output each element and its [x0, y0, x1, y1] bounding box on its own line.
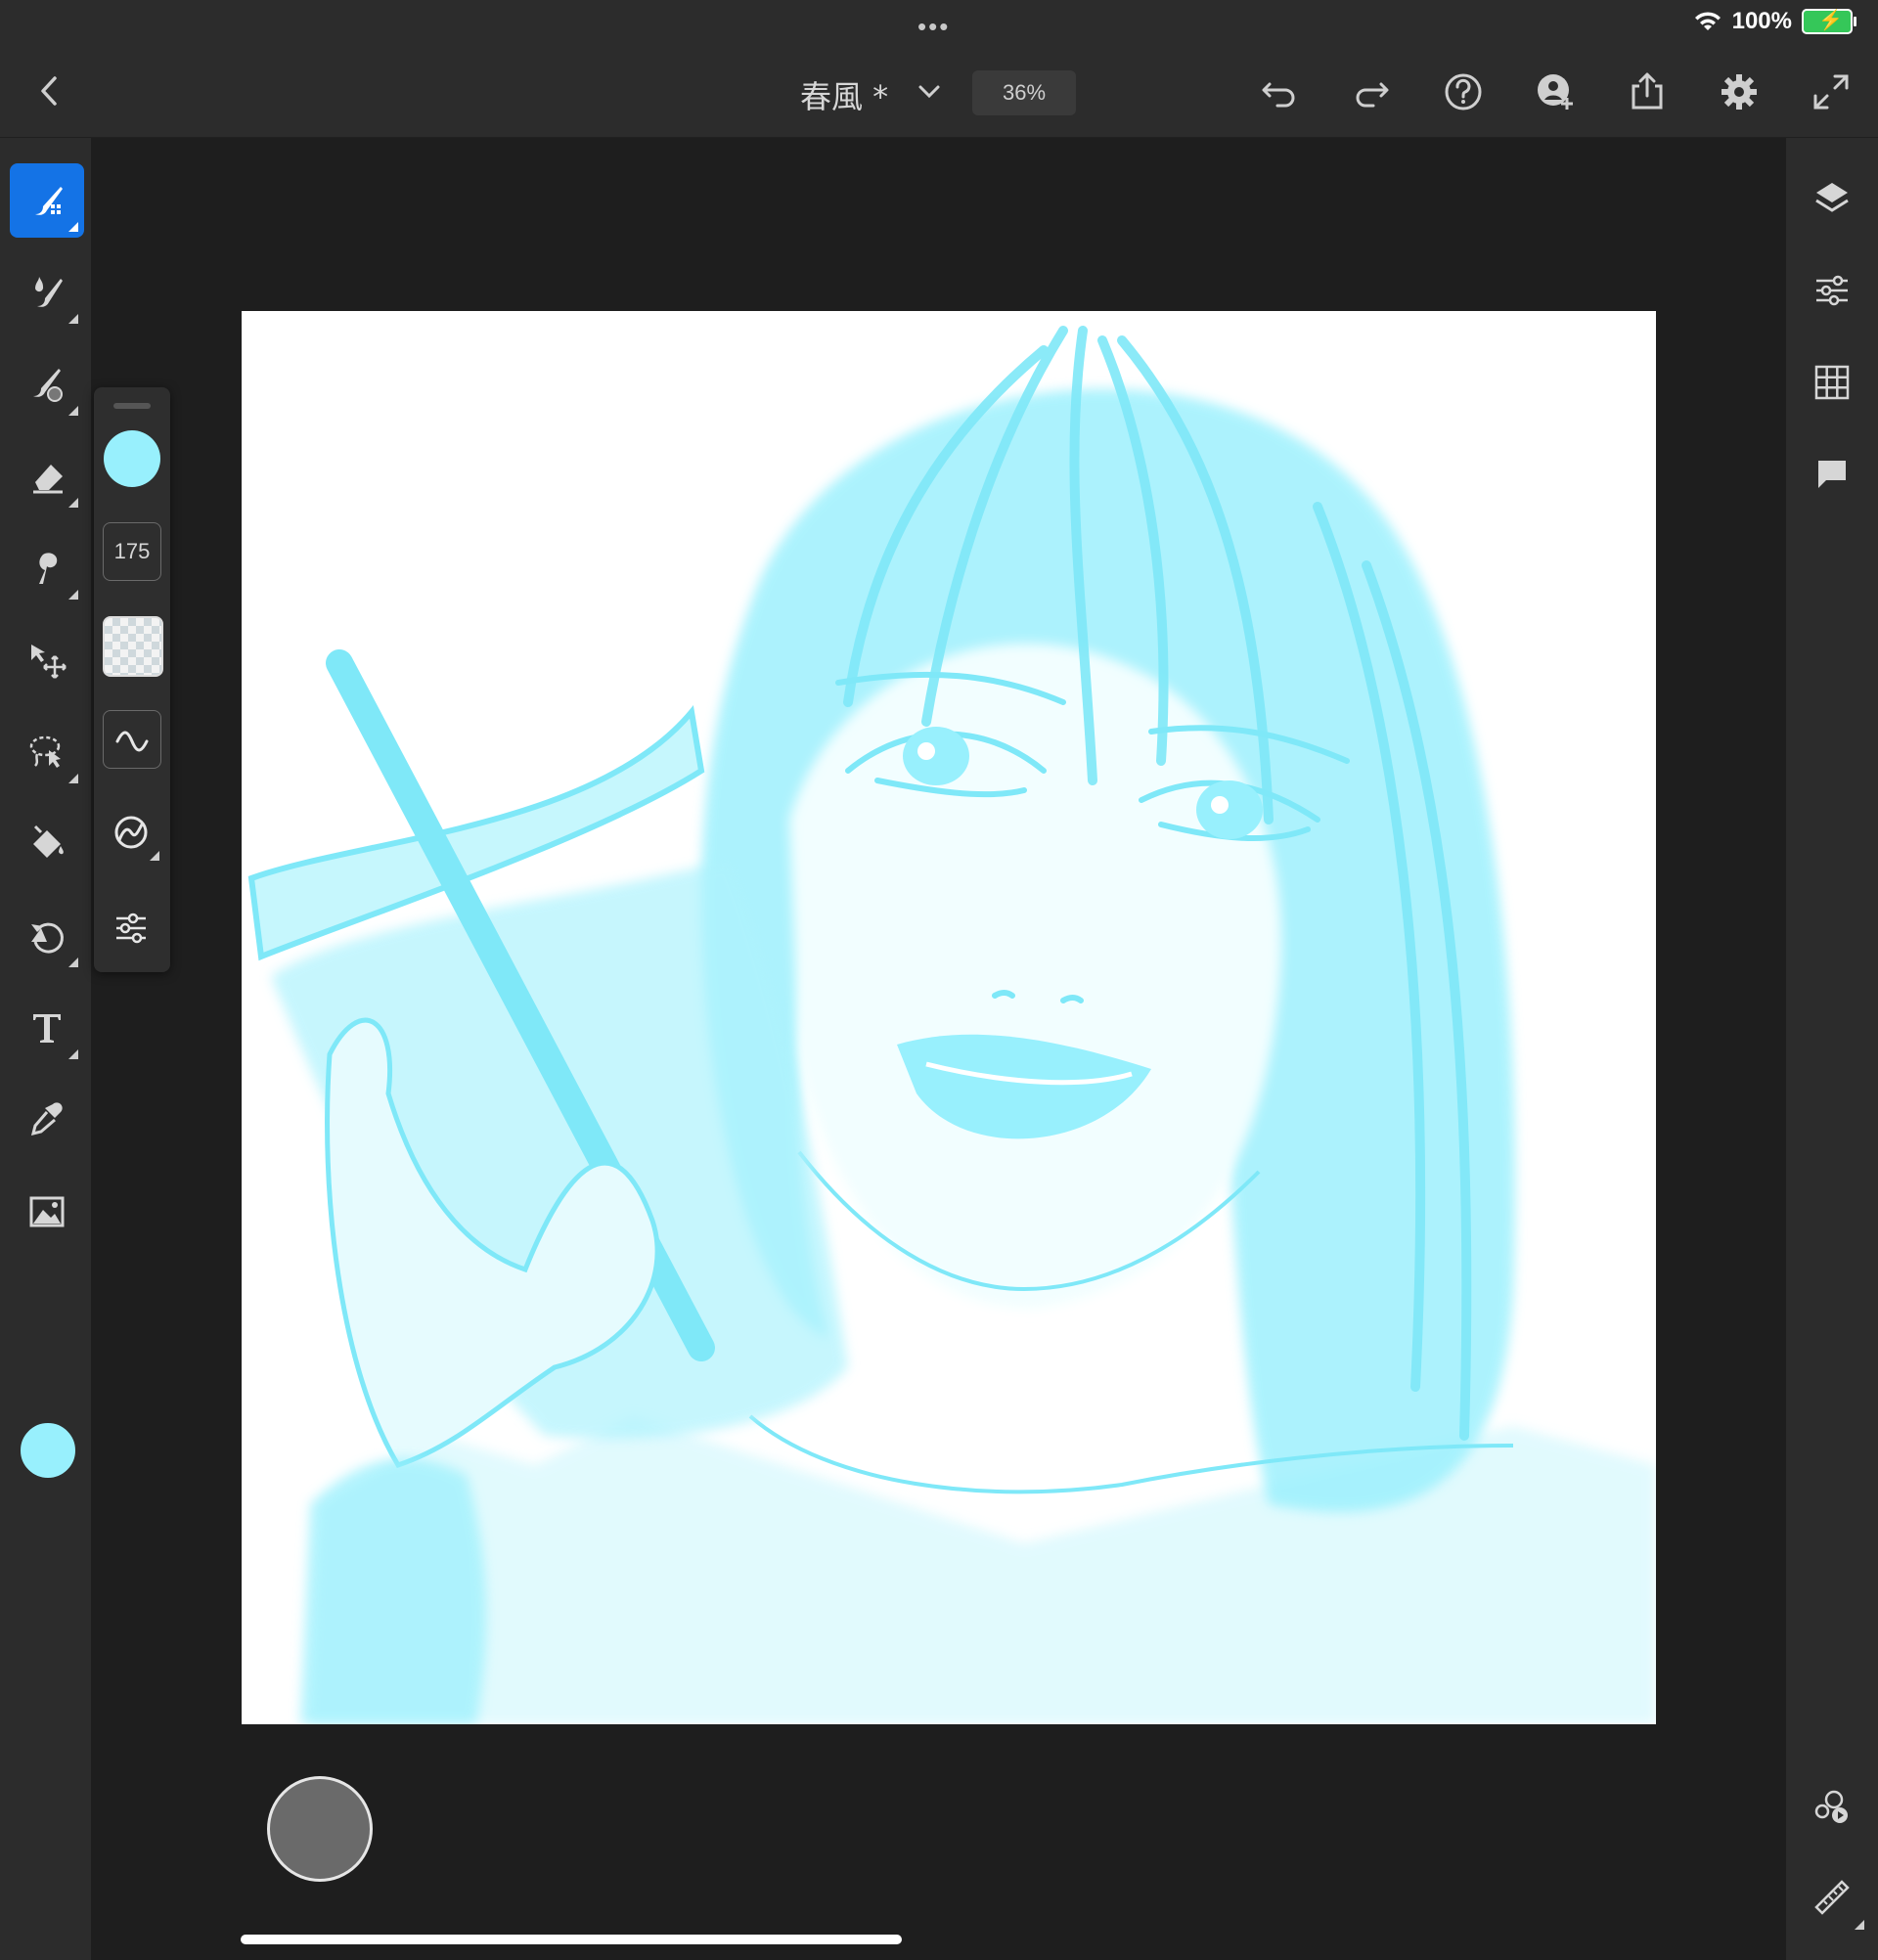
brush-tool[interactable]: [10, 163, 84, 238]
history-icon: [31, 922, 64, 954]
ruler-corner: [1855, 1920, 1864, 1930]
adjustments-icon[interactable]: [1812, 271, 1852, 310]
top-toolbar: 春風 * 36%: [0, 45, 1878, 138]
chevron-down-icon[interactable]: [916, 78, 943, 106]
wifi-icon: [1694, 12, 1721, 30]
smoothing-icon: [115, 731, 149, 752]
lasso-tool[interactable]: [10, 715, 84, 789]
type-tool[interactable]: [10, 991, 84, 1065]
redo-icon[interactable]: [1350, 70, 1393, 113]
history-tool[interactable]: [10, 899, 84, 973]
mixer-brush-icon: [33, 369, 63, 402]
brush-settings-button[interactable]: [103, 898, 159, 955]
brush-size-field[interactable]: 175: [103, 522, 161, 581]
brush-icon: [35, 187, 63, 215]
move-icon: [31, 645, 67, 679]
artwork: [242, 311, 1656, 1724]
liquify-icon: [39, 553, 58, 584]
fill-tool[interactable]: [10, 807, 84, 881]
eraser-tool[interactable]: [10, 439, 84, 513]
drawing-canvas[interactable]: [242, 311, 1656, 1724]
zoom-level[interactable]: 36%: [972, 70, 1076, 115]
share-icon[interactable]: [1626, 70, 1669, 113]
document-title[interactable]: 春風 *: [800, 72, 888, 117]
transform-tool[interactable]: [10, 623, 84, 697]
brush-color-button[interactable]: [104, 430, 160, 487]
comments-icon[interactable]: [1812, 455, 1852, 494]
eyedropper-tool[interactable]: [10, 1083, 84, 1157]
layers-icon[interactable]: [1812, 179, 1852, 218]
image-icon: [29, 1196, 65, 1227]
pressure-button[interactable]: [103, 804, 159, 861]
back-icon[interactable]: [35, 74, 63, 108]
battery-icon: ⚡: [1802, 9, 1856, 34]
left-toolbar: [0, 138, 91, 1960]
help-icon[interactable]: [1442, 70, 1485, 113]
settings-icon[interactable]: [1718, 70, 1761, 113]
pressure-corner: [150, 851, 159, 861]
pressure-icon: [114, 816, 148, 849]
mixer-brush-tool[interactable]: [10, 347, 84, 422]
fullscreen-icon[interactable]: [1810, 70, 1853, 113]
eraser-icon: [33, 465, 63, 494]
status-right: 100% ⚡: [1693, 8, 1856, 35]
text-icon: [33, 1014, 61, 1043]
lasso-icon: [29, 735, 61, 768]
multitask-dots[interactable]: •••: [917, 12, 950, 42]
smudge-icon: [35, 277, 63, 307]
smudge-tool[interactable]: [10, 255, 84, 330]
brush-opacity-button[interactable]: [103, 616, 163, 677]
liquify-tool[interactable]: [10, 531, 84, 605]
flyout-drag-handle[interactable]: [113, 403, 151, 409]
livestream-icon[interactable]: [1812, 1786, 1852, 1825]
grid-icon[interactable]: [1812, 363, 1852, 402]
sliders-icon: [116, 913, 146, 944]
eyedropper-icon: [30, 1102, 63, 1136]
home-indicator[interactable]: [241, 1935, 902, 1944]
undo-icon[interactable]: [1258, 70, 1301, 113]
touch-modifier-button[interactable]: [267, 1776, 373, 1882]
status-bar: ••• 100% ⚡: [0, 0, 1878, 45]
foreground-color-swatch[interactable]: [19, 1421, 77, 1480]
paint-bucket-icon: [33, 824, 64, 858]
ruler-icon[interactable]: [1812, 1878, 1852, 1917]
invite-icon[interactable]: [1534, 70, 1577, 113]
right-toolbar: [1786, 138, 1878, 1960]
brush-settings-flyout: 175: [94, 387, 170, 972]
battery-percent: 100%: [1731, 8, 1792, 34]
smoothing-button[interactable]: [103, 710, 161, 769]
image-tool[interactable]: [10, 1175, 84, 1249]
